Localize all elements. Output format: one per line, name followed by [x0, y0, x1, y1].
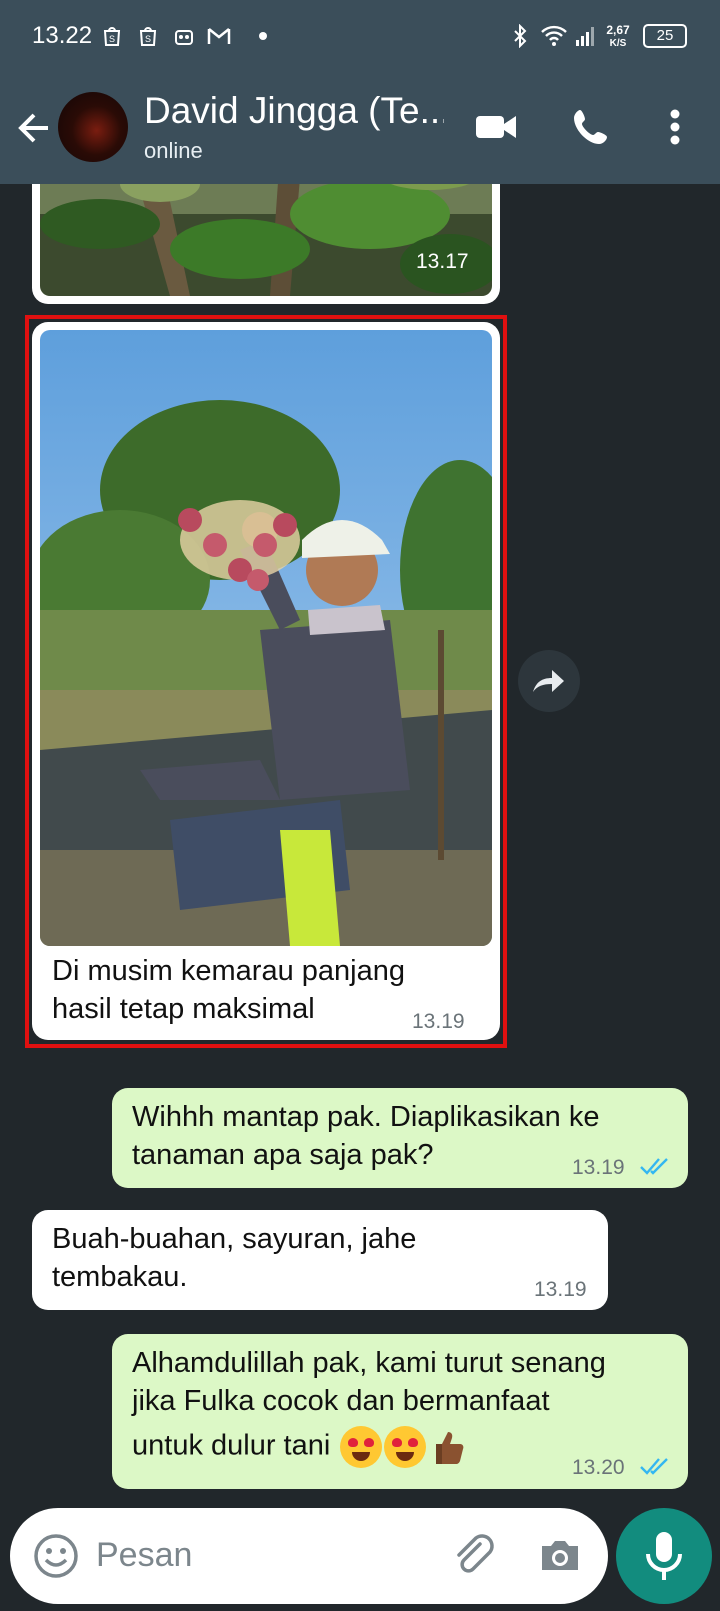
bluetooth-icon: [508, 23, 532, 49]
back-arrow-icon[interactable]: [14, 108, 54, 148]
message-input[interactable]: Pesan: [96, 1536, 192, 1575]
message-caption-line1: Di musim kemarau panjang: [52, 955, 405, 987]
shopee-icon: S: [100, 24, 124, 48]
chat-area[interactable]: 13.17 Di musim kemarau panjang hasil tet…: [0, 184, 720, 1504]
message-time: 13.19: [572, 1156, 625, 1179]
heart-eyes-emoji-icon: [340, 1426, 383, 1468]
read-ticks-icon: [638, 1454, 674, 1478]
network-speed: 2,67 K/S: [606, 23, 630, 49]
incoming-message[interactable]: Buah-buahan, sayuran, jahe tembakau. 13.…: [32, 1210, 608, 1310]
video-call-icon[interactable]: [472, 102, 522, 152]
message-text-line3: untuk dulur tani: [132, 1426, 468, 1468]
forward-icon[interactable]: [518, 650, 580, 712]
message-text-line2: jika Fulka cocok dan bermanfaat: [132, 1385, 550, 1417]
message-photo[interactable]: [40, 184, 492, 296]
message-time: 13.19: [534, 1278, 587, 1301]
message-text-line3-text: untuk dulur tani: [132, 1429, 331, 1462]
message-text-line1: Wihhh mantap pak. Diaplikasikan ke: [132, 1101, 600, 1133]
chat-header: 13.22 S S 2,67 K/S 25 David Jingga (Te..…: [0, 0, 720, 184]
outgoing-message[interactable]: Alhamdulillah pak, kami turut senang jik…: [112, 1334, 688, 1489]
message-text-line1: Buah-buahan, sayuran, jahe: [52, 1223, 417, 1255]
message-text-line2: tembakau.: [52, 1261, 188, 1293]
svg-text:S: S: [109, 34, 115, 44]
more-vert-icon[interactable]: [650, 102, 700, 152]
outgoing-message[interactable]: Wihhh mantap pak. Diaplikasikan ke tanam…: [112, 1088, 688, 1188]
message-time: 13.20: [572, 1456, 625, 1479]
svg-text:S: S: [145, 34, 151, 44]
avatar[interactable]: [58, 92, 128, 162]
status-time: 13.22: [32, 22, 93, 49]
gmail-icon: [206, 24, 231, 48]
battery-icon: 25: [643, 24, 687, 48]
wifi-icon: [540, 24, 567, 48]
attach-icon[interactable]: [450, 1532, 498, 1580]
signal-icon: [574, 24, 598, 48]
contact-status: online: [144, 138, 203, 163]
shopee-icon: S: [136, 24, 160, 48]
mic-icon[interactable]: [616, 1508, 712, 1604]
read-ticks-icon: [638, 1154, 674, 1178]
status-bar: 13.22 S S 2,67 K/S 25: [0, 0, 720, 72]
emoji-icon[interactable]: [30, 1530, 82, 1582]
notification-dot: [259, 32, 267, 40]
heart-eyes-emoji-icon: [384, 1426, 427, 1468]
image-message-with-caption[interactable]: Di musim kemarau panjang hasil tetap mak…: [32, 322, 500, 1040]
camera-icon[interactable]: [536, 1532, 584, 1580]
shopping-bag-icon: [172, 24, 196, 48]
phone-icon[interactable]: [566, 102, 616, 152]
message-photo[interactable]: [40, 330, 492, 946]
message-text-line2: tanaman apa saja pak?: [132, 1139, 434, 1171]
message-time: 13.17: [416, 250, 469, 273]
message-input-bar: Pesan: [10, 1508, 608, 1604]
image-message[interactable]: 13.17: [32, 184, 500, 304]
app-bar: David Jingga (Te... online: [0, 84, 720, 174]
contact-name[interactable]: David Jingga (Te...: [144, 90, 444, 132]
message-time: 13.19: [412, 1010, 465, 1033]
message-caption-line2: hasil tetap maksimal: [52, 993, 315, 1025]
thumbs-up-emoji-icon: [436, 1432, 464, 1464]
message-text-line1: Alhamdulillah pak, kami turut senang: [132, 1347, 606, 1379]
